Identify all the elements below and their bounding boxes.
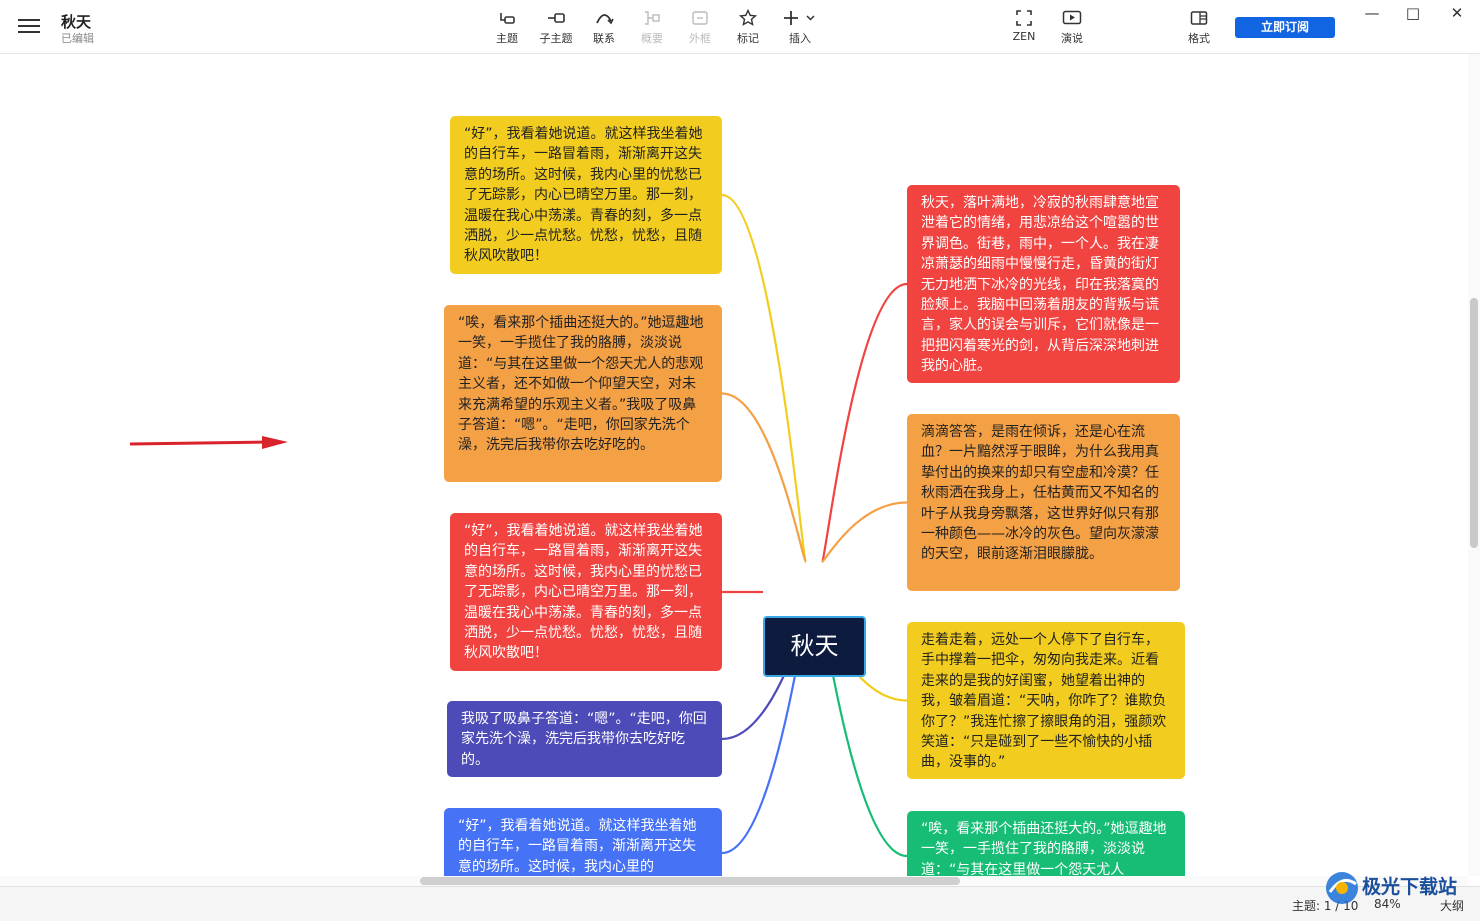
format-label: 格式 [1188,32,1210,45]
marker-button[interactable]: 标记 [726,8,770,46]
connector-right-1 [820,282,908,564]
top-toolbar: 秋天 已编辑 主题 子主题 联系 概要 外框 标记 插入 ZEN 演说 格式 立… [0,0,1480,54]
boundary-button[interactable]: 外框 [678,8,722,46]
summary-button[interactable]: 概要 [630,8,674,46]
topic-node-left-5[interactable]: “好”，我看着她说道。就这样我坐着她的自行车，一路冒着雨，渐渐离开这失意的场所。… [444,808,722,876]
connector-left-2 [721,392,808,564]
close-button[interactable]: ✕ [1443,4,1471,22]
subtopic-label: 子主题 [539,32,573,45]
document-title[interactable]: 秋天 [61,11,91,32]
vertical-scrollbar[interactable] [1468,54,1480,876]
red-arrow-annotation [129,436,288,449]
central-topic[interactable]: 秋天 [763,616,866,677]
status-bar: 主题: 1 / 10 84% 大纲 [0,886,1480,921]
connector-right-2 [821,501,908,563]
mindmap-canvas[interactable]: 秋天 “好”，我看着她说道。就这样我坐着她的自行车，一路冒着雨，渐渐离开这失意的… [0,54,1468,876]
summary-icon [645,11,660,25]
fullscreen-icon [1016,10,1032,26]
topic-node-right-2[interactable]: 滴滴答答，是雨在倾诉，还是心在流血？一片黯然浮于眼眸，为什么我用真挚付出的换来的… [907,414,1180,591]
watermark-text: 极光下载站 [1362,876,1458,898]
menu-icon[interactable] [18,16,40,36]
subtopic-button[interactable]: 子主题 [534,8,578,46]
summary-label: 概要 [641,32,663,45]
format-button[interactable]: 格式 [1177,8,1221,46]
subscribe-button[interactable]: 立即订阅 [1235,17,1335,38]
topic-button[interactable]: 主题 [485,8,529,46]
watermark-logo: 极光下载站 [1320,866,1470,910]
present-button[interactable]: 演说 [1050,8,1094,46]
vertical-scroll-thumb[interactable] [1470,298,1478,548]
topic-node-left-4[interactable]: 我吸了吸鼻子答道：“嗯”。“走吧，你回家先洗个澡，洗完后我带你去吃好吃的。 [447,701,722,777]
insert-button[interactable]: 插入 [778,8,822,46]
topic-node-right-3[interactable]: 走着走着，远处一个人停下了自行车，手中撑着一把伞，匆匆向我走来。近看走来的是我的… [907,622,1185,779]
subtopic-icon [548,13,565,23]
star-icon [739,9,757,26]
topic-node-right-1[interactable]: 秋天，落叶满地，冷寂的秋雨肆意地宣泄着它的情绪，用悲凉给这个喧嚣的世界调色。街巷… [907,185,1180,383]
horizontal-scrollbar[interactable] [0,876,1468,886]
branch-connectors [129,193,908,858]
topic-icon [500,13,515,24]
insert-label: 插入 [789,32,811,45]
zen-button[interactable]: ZEN [1002,8,1046,43]
connector-left-1 [721,193,808,564]
relation-button[interactable]: 联系 [582,8,626,46]
relation-icon [596,14,614,25]
topic-node-left-2[interactable]: “唉，看来那个插曲还挺大的。”她逗趣地一笑，一手揽住了我的胳膊，淡淡说道：“与其… [444,305,722,482]
save-status: 已编辑 [61,32,94,45]
marker-label: 标记 [737,32,759,45]
relation-label: 联系 [593,32,615,45]
topic-label: 主题 [496,32,518,45]
play-screen-icon [1062,10,1082,25]
boundary-label: 外框 [689,32,711,45]
panel-icon [1190,11,1208,25]
present-label: 演说 [1061,32,1083,45]
horizontal-scroll-thumb[interactable] [420,877,960,885]
minimize-button[interactable]: — [1358,4,1386,22]
topic-node-left-3[interactable]: “好”，我看着她说道。就这样我坐着她的自行车，一路冒着雨，渐渐离开这失意的场所。… [450,513,722,671]
zen-label: ZEN [1012,30,1036,43]
topic-node-right-4[interactable]: “唉，看来那个插曲还挺大的。”她逗趣地一笑，一手揽住了我的胳膊，淡淡说道：“与其… [907,811,1185,876]
plus-chevron-down-icon [784,11,815,25]
boundary-icon [692,11,708,25]
maximize-button[interactable]: □ [1399,4,1427,22]
topic-node-left-1[interactable]: “好”，我看着她说道。就这样我坐着她的自行车，一路冒着雨，渐渐离开这失意的场所。… [450,116,722,274]
